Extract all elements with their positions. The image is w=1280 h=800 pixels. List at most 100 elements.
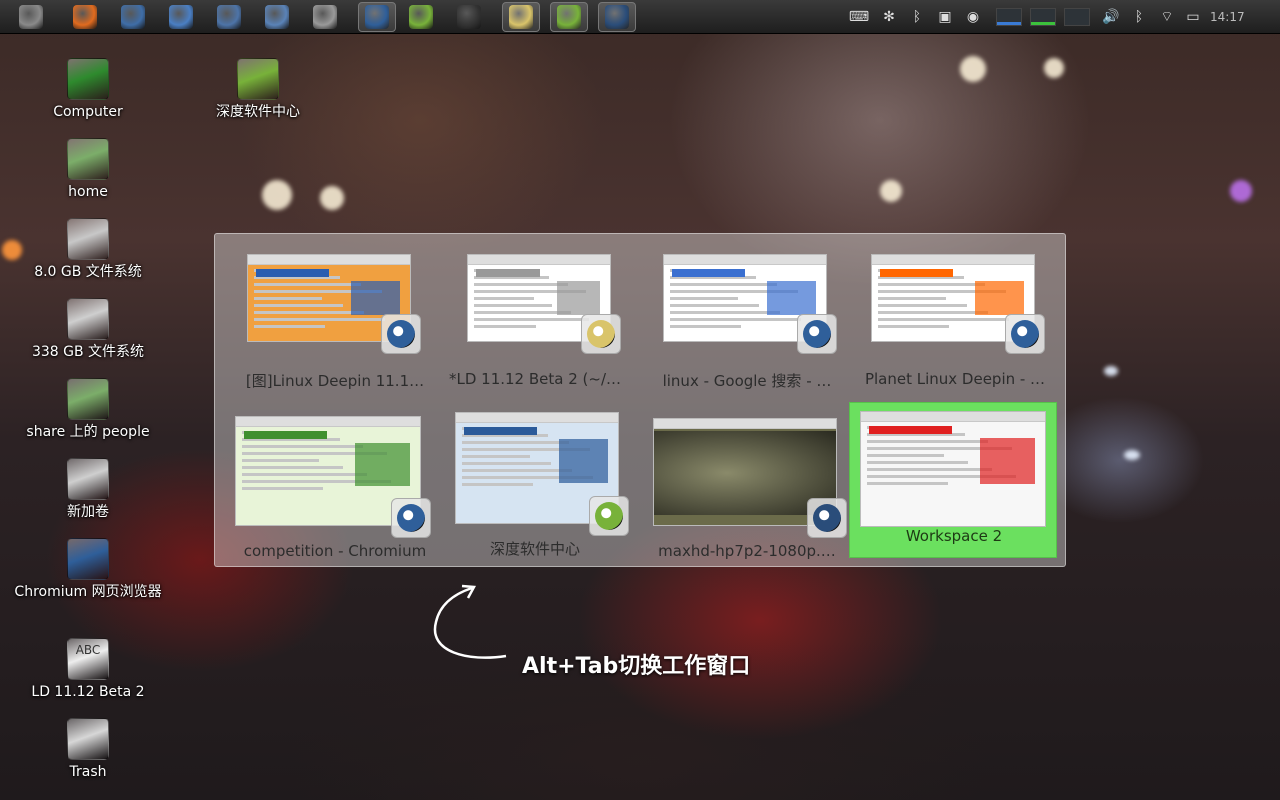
desktop-icon[interactable]: Computer (8, 58, 168, 121)
desktop-icon[interactable]: home (8, 138, 168, 201)
chromium-icon (381, 314, 421, 354)
window-title: 深度软件中心 (489, 540, 580, 558)
software-center-icon (589, 496, 629, 536)
text-editor-icon (509, 4, 533, 29)
dash-icon (19, 4, 43, 29)
window-title: *LD 11.12 Beta 2 (~/… (448, 370, 622, 388)
desktop-icon[interactable]: 338 GB 文件系统 (8, 298, 168, 361)
window-title: Workspace 2 (905, 527, 1003, 545)
desktop-icon-label: 338 GB 文件系统 (31, 344, 145, 360)
desktop-icon-label: 新加卷 (67, 504, 109, 520)
switcher-window[interactable]: linux - Google 搜索 - … (647, 248, 847, 406)
thunderbird-icon (121, 4, 145, 29)
launcher-text-editor[interactable] (502, 1, 540, 32)
memory-meter[interactable] (1064, 8, 1090, 26)
disk-icon (313, 4, 337, 29)
bokeh-light (1230, 180, 1252, 202)
bokeh-light (262, 180, 292, 210)
desktop-icon-label: 8.0 GB 文件系统 (34, 264, 142, 280)
software-center-icon (237, 58, 279, 100)
bokeh-light (1104, 366, 1118, 376)
video-player-icon (605, 4, 629, 29)
window-title: competition - Chromium (243, 542, 427, 560)
desktop-icon[interactable]: 深度软件中心 (178, 58, 338, 121)
bokeh-light (960, 56, 986, 82)
clock[interactable]: 14:17 (1210, 10, 1245, 24)
fan-icon[interactable]: ✻ (880, 8, 898, 26)
alt-tab-hint: Alt+Tab切换工作窗口 (522, 654, 751, 679)
system-tray: ⌨ ✻ ᛒ ▣ ◉ 🔊 ᛒ ⌔ ▭ 14:17 (848, 0, 1245, 34)
trash-icon (67, 718, 109, 760)
window-switcher: [图]Linux Deepin 11.1… *LD 11.12 Beta 2 (~… (214, 233, 1066, 567)
software-center-icon (409, 4, 433, 29)
document-badge: ABC (75, 643, 101, 657)
window-title: Planet Linux Deepin - … (864, 370, 1046, 388)
switcher-window[interactable]: Planet Linux Deepin - … (855, 248, 1055, 406)
chromium-icon (797, 314, 837, 354)
curved-arrow-icon (433, 584, 507, 659)
disc-icon[interactable]: ◉ (964, 8, 982, 26)
launcher-video-player[interactable] (598, 1, 636, 32)
battery-icon[interactable]: ▭ (1184, 8, 1202, 26)
launcher-webcam[interactable] (454, 2, 484, 32)
switcher-window[interactable]: *LD 11.12 Beta 2 (~/… (435, 248, 635, 406)
chat-icon (169, 4, 193, 29)
home-folder-icon (67, 138, 109, 180)
text-document-icon: ABC (67, 638, 109, 680)
desktop-icon-label: Computer (53, 104, 123, 120)
computer-icon (67, 58, 109, 100)
desktop-icon-label: Trash (69, 764, 107, 780)
chromium-icon (1005, 314, 1045, 354)
top-panel: ⌨ ✻ ᛒ ▣ ◉ 🔊 ᛒ ⌔ ▭ 14:17 (0, 0, 1280, 34)
desktop-icon[interactable]: Trash (8, 718, 168, 781)
hard-drive-icon (67, 298, 109, 340)
webcam-icon (457, 4, 481, 29)
launcher-disk[interactable] (310, 2, 340, 32)
chromium-icon (391, 498, 431, 538)
bluetooth-icon[interactable]: ᛒ (1130, 8, 1148, 26)
bokeh-light (1124, 450, 1140, 460)
firefox-icon (73, 4, 97, 29)
image-viewer-icon (217, 4, 241, 29)
launcher-chromium[interactable] (358, 1, 396, 32)
launcher-image-viewer[interactable] (214, 2, 244, 32)
desktop-icon[interactable]: 8.0 GB 文件系统 (8, 218, 168, 281)
switcher-window[interactable]: maxhd-hp7p2-1080p.… (647, 414, 847, 572)
desktop-icon[interactable]: share 上的 people (8, 378, 168, 441)
launcher-dash[interactable] (16, 2, 46, 32)
desktop-icon[interactable]: 新加卷 (8, 458, 168, 521)
switcher-window[interactable]: competition - Chromium (235, 414, 435, 572)
cpu-meter[interactable] (996, 8, 1022, 26)
chromium-icon (365, 4, 389, 29)
window-title: linux - Google 搜索 - … (662, 372, 832, 390)
wifi-icon[interactable]: ⌔ (1158, 8, 1176, 26)
keyboard-icon[interactable]: ⌨ (848, 8, 870, 26)
launcher-chat[interactable] (166, 2, 196, 32)
launcher-firefox[interactable] (70, 2, 100, 32)
launcher-writer[interactable] (262, 2, 292, 32)
video-player-icon (807, 498, 847, 538)
bluetooth-icon[interactable]: ᛒ (908, 8, 926, 26)
desktop-icon[interactable]: Chromium 网页浏览器 (8, 538, 168, 601)
switcher-window[interactable]: 深度软件中心 (435, 410, 635, 568)
switcher-window[interactable]: [图]Linux Deepin 11.1… (235, 248, 435, 406)
window-thumbnail (860, 411, 1046, 527)
window-title: maxhd-hp7p2-1080p.… (658, 542, 836, 560)
launcher-thunderbird[interactable] (118, 2, 148, 32)
desktop-icon-label: 深度软件中心 (216, 104, 300, 120)
network-meter[interactable] (1030, 8, 1056, 26)
desktop-icon[interactable]: ABC LD 11.12 Beta 2 (8, 638, 168, 701)
network-share-icon (67, 378, 109, 420)
desktop-icon-label: Chromium 网页浏览器 (14, 584, 162, 600)
desktop-icon-label: LD 11.12 Beta 2 (31, 684, 145, 700)
launcher-software-center[interactable] (406, 2, 436, 32)
launcher-software-center[interactable] (550, 1, 588, 32)
window-title: [图]Linux Deepin 11.1… (245, 372, 425, 390)
volume-icon[interactable]: 🔊 (1102, 8, 1120, 26)
desktop-icon-label: share 上的 people (26, 424, 150, 440)
screenshot-icon[interactable]: ▣ (936, 8, 954, 26)
bokeh-light (880, 180, 902, 202)
text-editor-icon (581, 314, 621, 354)
switcher-window[interactable]: Workspace 2 (849, 402, 1057, 558)
usb-drive-icon (67, 218, 109, 260)
